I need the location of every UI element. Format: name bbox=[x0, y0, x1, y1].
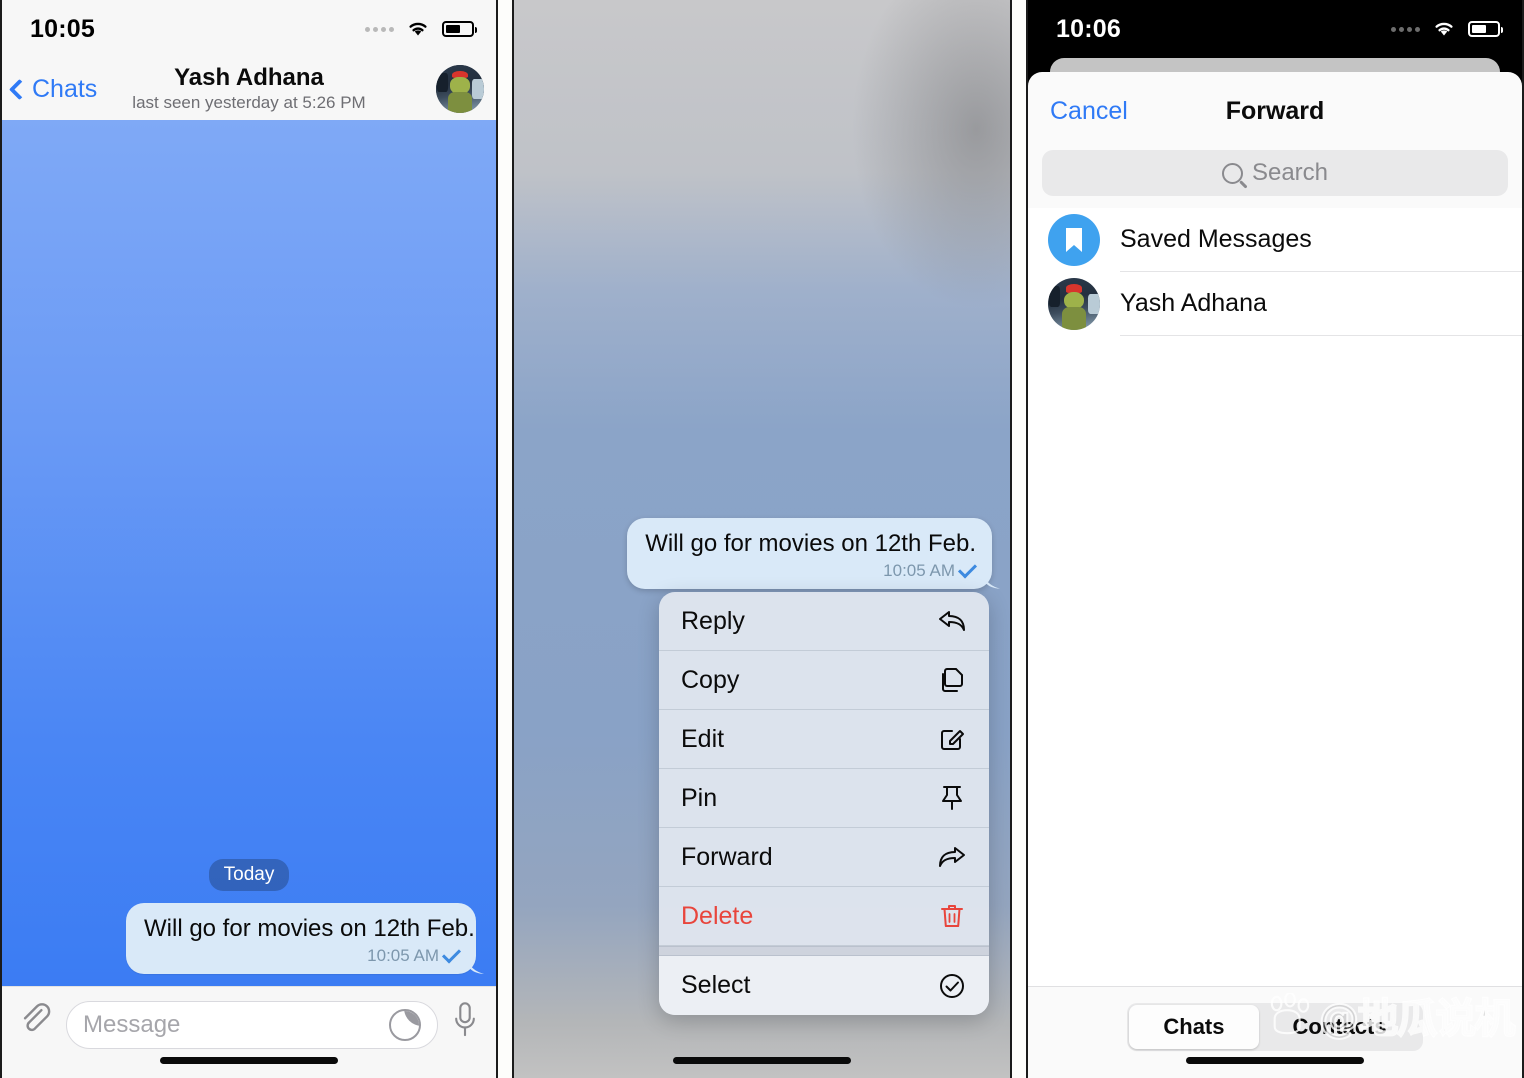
status-bar-forward: 10:06 bbox=[1028, 0, 1522, 58]
context-menu-item-pin[interactable]: Pin bbox=[659, 769, 989, 828]
context-menu-label: Reply bbox=[681, 606, 745, 635]
context-menu-label: Select bbox=[681, 971, 751, 999]
search-area: Search bbox=[1028, 150, 1522, 208]
tab-chats[interactable]: Chats bbox=[1129, 1005, 1259, 1049]
bookmark-icon bbox=[1048, 214, 1100, 266]
context-menu-item-forward[interactable]: Forward bbox=[659, 828, 989, 887]
context-menu-item-edit[interactable]: Edit bbox=[659, 710, 989, 769]
chat-header: Chats Yash Adhana last seen yesterday at… bbox=[2, 58, 496, 120]
segmented-control-area: Chats Contacts @地瓜说机 bbox=[1028, 986, 1522, 1078]
forward-arrow-icon bbox=[937, 842, 967, 872]
check-circle-icon bbox=[937, 971, 967, 1001]
list-item-label: Saved Messages bbox=[1120, 208, 1522, 272]
context-menu-item-reply[interactable]: Reply bbox=[659, 592, 989, 651]
context-menu-item-delete[interactable]: Delete bbox=[659, 887, 989, 946]
pin-icon bbox=[937, 783, 967, 813]
forward-sheet-header: Cancel Forward bbox=[1028, 72, 1522, 150]
copy-icon bbox=[937, 665, 967, 695]
wifi-icon bbox=[409, 22, 427, 36]
screenshot-stage: 10:05 Chats Yash Adhana last seen yester… bbox=[0, 0, 1524, 1078]
home-indicator bbox=[1186, 1057, 1364, 1064]
context-menu-item-select[interactable]: Select bbox=[659, 956, 989, 1015]
phone-panel-chat: 10:05 Chats Yash Adhana last seen yester… bbox=[0, 0, 498, 1078]
home-indicator bbox=[160, 1057, 338, 1064]
tab-contacts[interactable]: Contacts bbox=[1259, 1005, 1421, 1049]
sticker-icon[interactable] bbox=[389, 1009, 421, 1041]
forward-sheet: Cancel Forward Search Saved Messages Yas… bbox=[1028, 72, 1522, 1078]
status-bar-chat: 10:05 bbox=[2, 0, 496, 58]
forward-target-list: Saved Messages Yash Adhana bbox=[1028, 208, 1522, 986]
avatar bbox=[1048, 278, 1100, 330]
trash-icon bbox=[937, 901, 967, 931]
status-bar-indicators bbox=[365, 19, 477, 39]
context-menu-label: Edit bbox=[681, 724, 725, 753]
context-menu-label: Copy bbox=[681, 665, 740, 694]
message-input-bar: Message bbox=[2, 986, 496, 1078]
phone-panel-forward: 10:06 Cancel Forward Search Saved Messag… bbox=[1026, 0, 1524, 1078]
phone-panel-context-menu: Will go for movies on 12th Feb. 10:05 AM… bbox=[512, 0, 1012, 1078]
message-input-placeholder: Message bbox=[83, 1011, 181, 1038]
message-text: Will go for movies on 12th Feb. bbox=[144, 915, 475, 943]
message-bubble-outgoing[interactable]: Will go for movies on 12th Feb. 10:05 AM bbox=[126, 903, 476, 974]
single-check-icon bbox=[441, 944, 462, 964]
back-button-label: Chats bbox=[32, 74, 98, 103]
list-item-saved-messages[interactable]: Saved Messages bbox=[1028, 208, 1522, 272]
status-bar-time: 10:06 bbox=[1056, 14, 1121, 43]
message-meta: 10:05 AM bbox=[645, 559, 978, 581]
reply-arrow-icon bbox=[937, 606, 967, 636]
list-item-label: Yash Adhana bbox=[1120, 272, 1522, 336]
wifi-icon bbox=[1435, 22, 1453, 36]
message-bubble-highlighted[interactable]: Will go for movies on 12th Feb. 10:05 AM bbox=[627, 518, 992, 589]
chevron-left-icon bbox=[8, 78, 31, 100]
battery-icon bbox=[1468, 21, 1503, 37]
search-placeholder: Search bbox=[1251, 159, 1329, 186]
message-input[interactable]: Message bbox=[66, 1001, 438, 1049]
status-bar-time: 10:05 bbox=[30, 14, 95, 43]
date-separator: Today bbox=[208, 859, 290, 892]
cancel-button[interactable]: Cancel bbox=[1050, 97, 1128, 126]
battery-icon bbox=[442, 21, 477, 37]
context-menu-label: Pin bbox=[681, 783, 718, 812]
context-menu-separator bbox=[659, 946, 989, 956]
highlighted-message-row: Will go for movies on 12th Feb. 10:05 AM bbox=[514, 518, 1010, 589]
back-to-chats-button[interactable]: Chats bbox=[8, 74, 98, 104]
message-time: 10:05 AM bbox=[367, 946, 439, 965]
paperclip-icon[interactable] bbox=[18, 1001, 52, 1035]
message-row: Will go for movies on 12th Feb. 10:05 AM bbox=[2, 903, 496, 974]
single-check-icon bbox=[957, 559, 978, 579]
signal-dots-icon bbox=[365, 26, 394, 32]
segmented-control: Chats Contacts bbox=[1127, 1003, 1423, 1051]
chat-message-list: Today Will go for movies on 12th Feb. 10… bbox=[2, 120, 496, 986]
search-input[interactable]: Search bbox=[1042, 150, 1508, 196]
message-context-menu: Reply Copy Edit Pin Forward Delete Selec… bbox=[659, 592, 989, 1015]
message-time: 10:05 AM bbox=[883, 560, 955, 580]
home-indicator bbox=[673, 1057, 851, 1064]
context-menu-label: Forward bbox=[681, 842, 773, 871]
list-item-contact[interactable]: Yash Adhana bbox=[1028, 272, 1522, 336]
context-menu-item-copy[interactable]: Copy bbox=[659, 651, 989, 710]
message-text: Will go for movies on 12th Feb. bbox=[645, 530, 976, 557]
message-meta: 10:05 AM bbox=[144, 944, 462, 966]
search-icon bbox=[1221, 162, 1243, 184]
signal-dots-icon bbox=[1391, 26, 1420, 32]
context-menu-label: Delete bbox=[681, 901, 754, 930]
status-bar-indicators bbox=[1391, 19, 1503, 39]
microphone-icon[interactable] bbox=[452, 1001, 478, 1041]
pencil-square-icon bbox=[937, 724, 967, 754]
avatar[interactable] bbox=[436, 65, 484, 113]
